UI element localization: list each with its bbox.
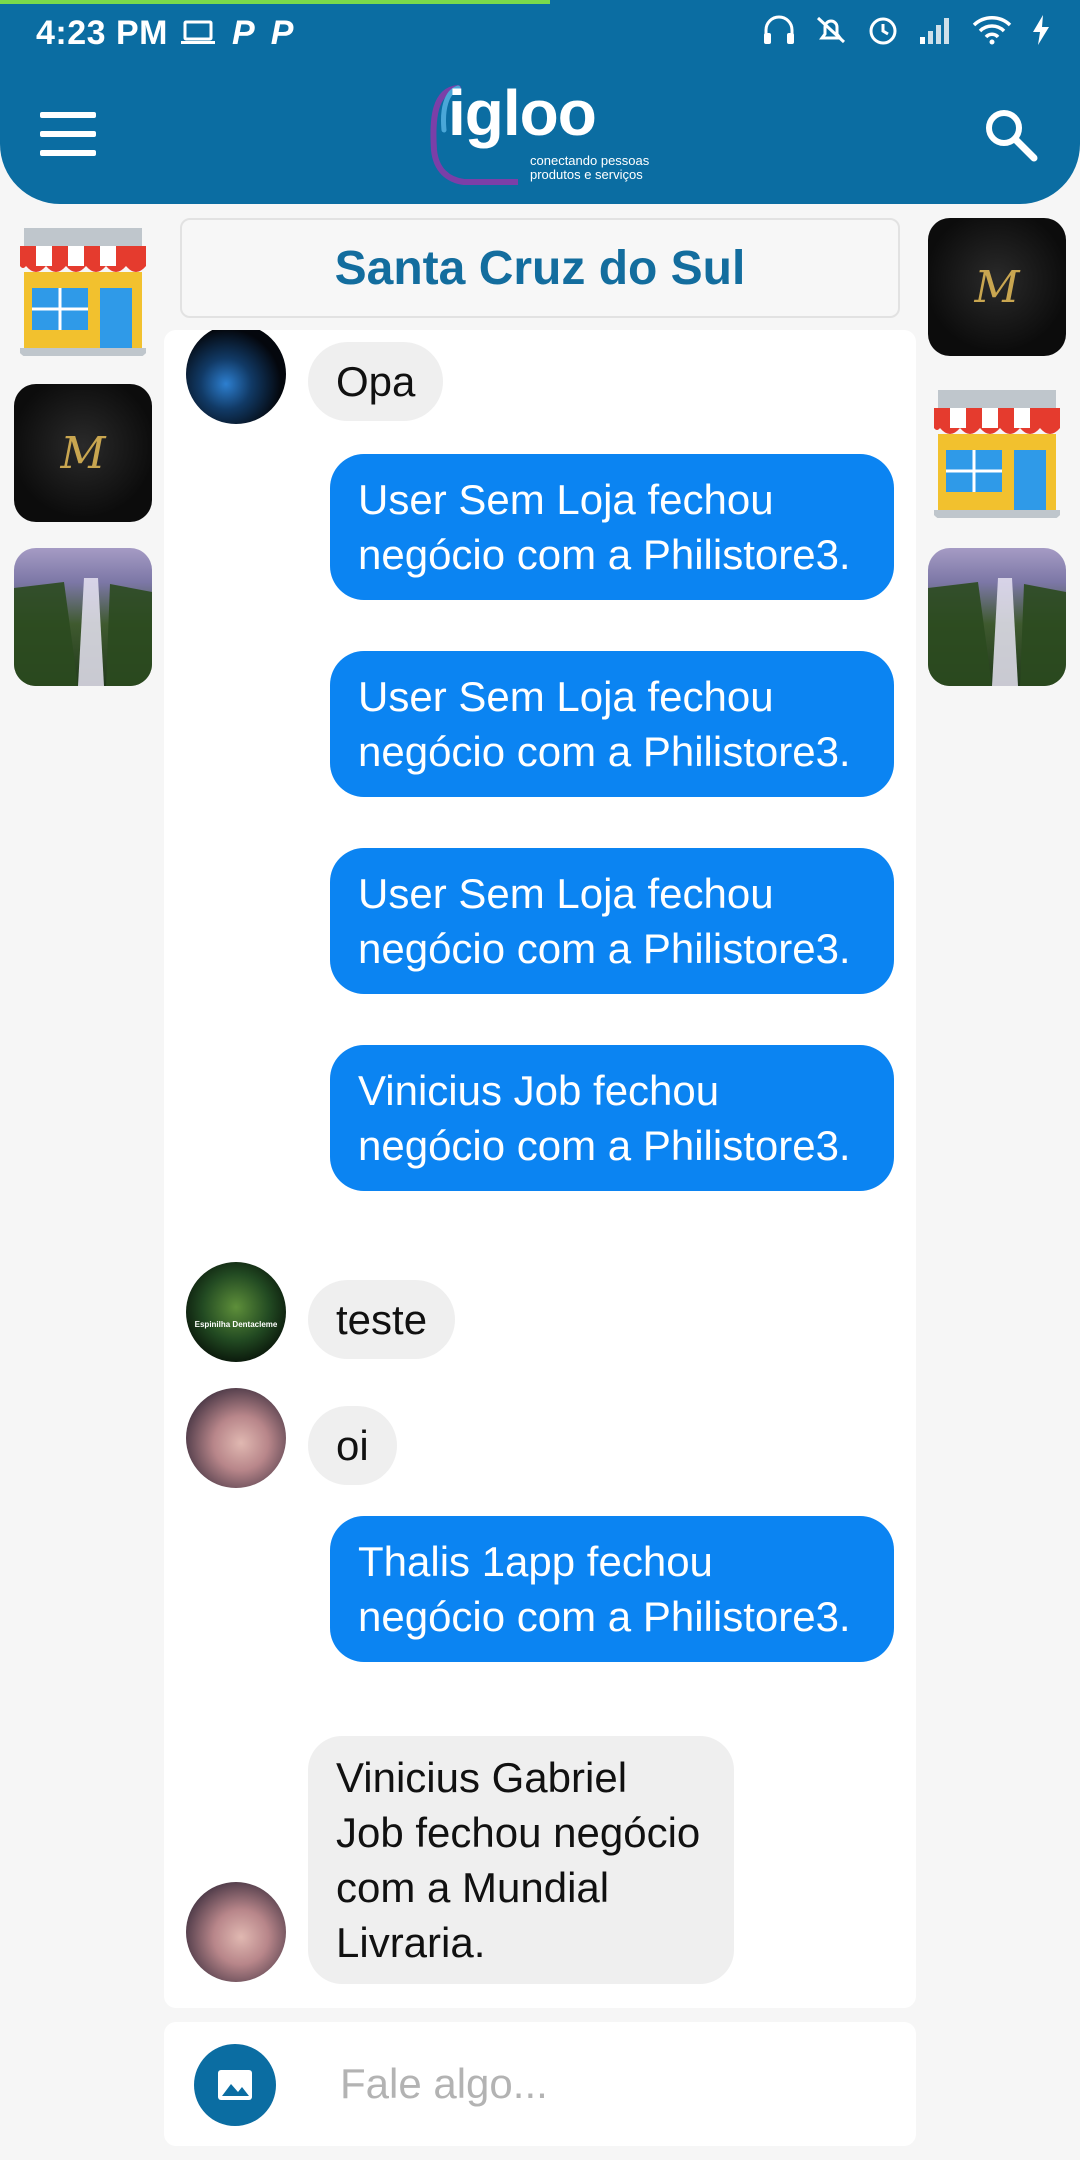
menu-button[interactable] (40, 112, 96, 156)
incoming-message: teste (308, 1280, 456, 1359)
waterfall-photo (928, 578, 1066, 686)
avatar-caption: Espinilha Dentacleme (194, 1320, 278, 1329)
waterfall-photo (14, 578, 152, 686)
waterfall-thumbnail-left[interactable] (14, 548, 152, 686)
logo-tagline-1: conectando pessoas (530, 153, 650, 168)
user-photo-avatar[interactable] (186, 1882, 286, 1982)
parking-icon: P (270, 14, 294, 52)
incoming-message: oi (308, 1406, 397, 1485)
city-title: Santa Cruz do Sul (180, 218, 900, 318)
signal-icon (920, 18, 949, 44)
search-icon[interactable] (980, 104, 1040, 164)
outgoing-message: User Sem Loja fechou negócio com a Phili… (330, 454, 894, 600)
store-thumbnail-left[interactable] (14, 222, 152, 360)
outgoing-message: Thalis 1app fechou negócio com a Philist… (330, 1516, 894, 1662)
store-thumbnail-right[interactable] (928, 384, 1066, 522)
wifi-icon (972, 16, 1012, 45)
chat-panel[interactable]: Opa User Sem Loja fechou negócio com a P… (164, 330, 916, 2008)
laptop-icon (181, 20, 215, 44)
blue-light-avatar[interactable] (186, 330, 286, 424)
monogram-logo: M (60, 427, 106, 479)
app-bar: 4:23 PM P P igloo conectando pessoas pro… (0, 0, 1080, 204)
outgoing-message: User Sem Loja fechou negócio com a Phili… (330, 848, 894, 994)
image-icon (218, 2070, 252, 2100)
incoming-message: Opa (308, 342, 444, 421)
bird-avatar[interactable]: Espinilha Dentacleme (186, 1262, 286, 1362)
outgoing-message: Vinicius Job fechou negócio com a Philis… (330, 1045, 894, 1191)
message-composer (164, 2022, 916, 2146)
waterfall-thumbnail-right[interactable] (928, 548, 1066, 686)
bell-off-icon (816, 16, 846, 44)
message-input[interactable] (340, 2052, 880, 2116)
parking-icon: P (232, 14, 255, 52)
user-photo-avatar[interactable] (186, 1388, 286, 1488)
logo-tagline-2: produtos e serviços (530, 167, 643, 182)
headphones-icon (764, 15, 794, 44)
logo-wordmark: igloo (448, 77, 597, 149)
store-icon (20, 228, 146, 356)
monogram-thumbnail-right[interactable]: M (928, 218, 1066, 356)
status-time: 4:23 PM (36, 14, 168, 52)
status-bar: 4:23 PM P P (0, 0, 1080, 66)
alarm-icon (869, 17, 897, 45)
monogram-thumbnail-left[interactable]: M (14, 384, 152, 522)
store-icon (934, 390, 1060, 518)
incoming-message: Vinicius Gabriel Job fechou negócio com … (308, 1736, 734, 1984)
charging-icon (1033, 15, 1049, 45)
igloo-logo: igloo conectando pessoas produtos e serv… (428, 76, 668, 196)
outgoing-message: User Sem Loja fechou negócio com a Phili… (330, 651, 894, 797)
attach-photo-button[interactable] (194, 2044, 276, 2126)
monogram-logo: M (974, 261, 1020, 313)
